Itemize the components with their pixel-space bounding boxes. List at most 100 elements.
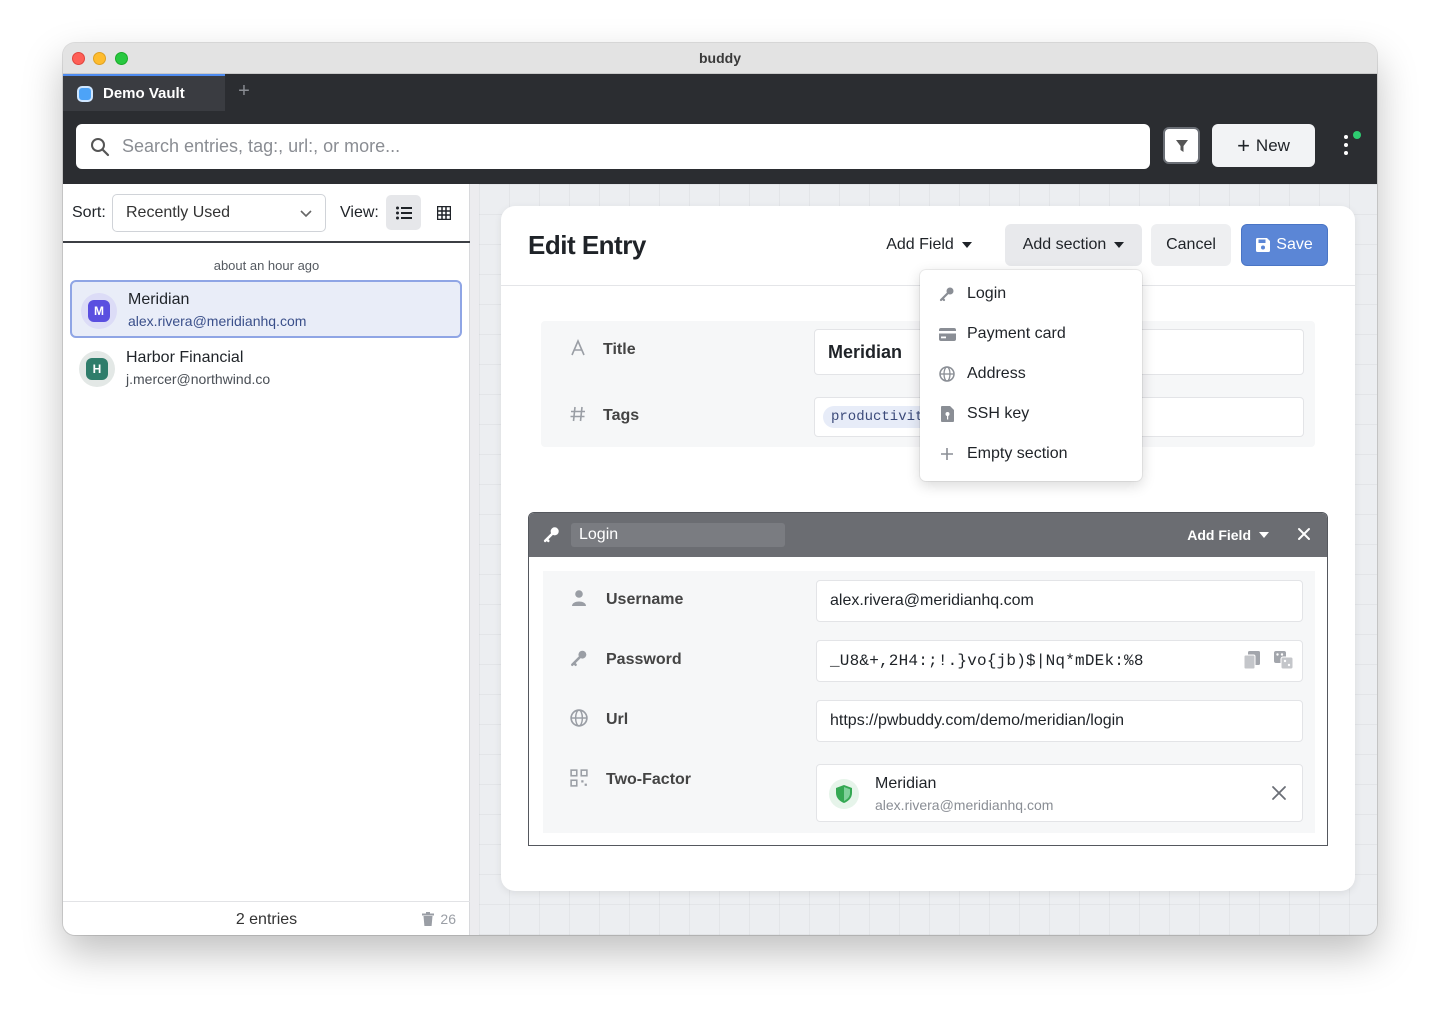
page-title: Edit Entry	[528, 230, 646, 260]
list-item[interactable]: M Meridian alex.rivera@meridianhq.com	[70, 280, 462, 338]
tab-label: Demo Vault	[103, 85, 185, 102]
grid-view-button[interactable]	[426, 195, 461, 230]
add-tab-button[interactable]: +	[233, 80, 255, 103]
menu-item-label: Payment card	[967, 325, 1066, 342]
copy-icon	[1243, 651, 1260, 670]
title-label: Title	[603, 341, 636, 358]
entry-subtitle: j.mercer@northwind.co	[126, 371, 271, 387]
avatar-initial: M	[88, 300, 110, 322]
add-field-button[interactable]: Add Field	[879, 224, 979, 266]
add-section-button[interactable]: Add section	[1005, 224, 1142, 266]
user-icon	[572, 590, 586, 606]
shield-icon	[829, 779, 859, 809]
grid-icon	[436, 205, 451, 220]
title-value: Meridian	[828, 341, 903, 362]
entry-subtitle: alex.rivera@meridianhq.com	[128, 313, 307, 329]
toolbar: + New	[63, 111, 1377, 184]
edit-entry-card: Edit Entry Add Field Add section Cancel …	[501, 206, 1355, 891]
trash-count: 26	[440, 911, 456, 927]
search-icon	[91, 137, 110, 156]
chevron-down-icon	[300, 210, 312, 218]
new-entry-label: New	[1255, 135, 1290, 155]
trash-button[interactable]: 26	[422, 911, 456, 927]
search-box[interactable]	[76, 124, 1150, 169]
twofactor-entry[interactable]: Meridian alex.rivera@meridianhq.com	[816, 764, 1303, 822]
save-label: Save	[1276, 236, 1313, 253]
entry-name: Meridian	[128, 291, 190, 308]
close-icon[interactable]	[1270, 784, 1288, 802]
url-label: Url	[606, 711, 629, 728]
vault-icon	[77, 85, 93, 102]
close-icon[interactable]	[1295, 525, 1313, 543]
dice-icon	[1274, 651, 1294, 670]
section-title: Login	[579, 526, 619, 543]
password-field[interactable]: _U8&+,2H4:;!.}vo{jb)$|Nq*mDEk:%8	[816, 640, 1303, 682]
password-value: _U8&+,2H4:;!.}vo{jb)$|Nq*mDEk:%8	[830, 652, 1144, 670]
globe-icon	[570, 709, 588, 727]
key-icon	[938, 285, 956, 303]
key-icon	[571, 650, 587, 666]
entry-group-label: about an hour ago	[213, 258, 320, 273]
key-icon	[543, 527, 559, 543]
entries-count: 2 entries	[235, 911, 298, 928]
sort-value: Recently Used	[126, 204, 231, 221]
sync-status-indicator	[1353, 131, 1361, 139]
username-label: Username	[606, 591, 684, 608]
add-field-label: Add Field	[886, 236, 954, 253]
menu-item-label: Login	[967, 285, 1007, 302]
login-fields: Username alex.rivera@meridianhq.com Pass…	[543, 571, 1315, 833]
qr-code-icon	[570, 769, 588, 787]
window-title: buddy	[699, 50, 741, 66]
tab-demo-vault[interactable]: Demo Vault	[63, 74, 225, 111]
password-label: Password	[606, 651, 682, 668]
plus-icon: +	[1237, 132, 1250, 158]
menu-item-payment-card[interactable]: Payment card	[920, 314, 1142, 354]
caret-down-icon	[1259, 532, 1269, 538]
more-menu-button[interactable]	[1339, 133, 1353, 159]
tab-bar: Demo Vault +	[63, 74, 1377, 111]
search-input[interactable]	[122, 136, 1122, 157]
menu-item-ssh-key[interactable]: SSH key	[920, 394, 1142, 434]
add-section-menu: Login Payment card Address SSH key Empty…	[920, 270, 1142, 481]
new-entry-button[interactable]: + New	[1212, 124, 1315, 167]
list-icon	[395, 206, 412, 219]
generate-password-button[interactable]	[1274, 651, 1294, 674]
list-item[interactable]: H Harbor Financial j.mercer@northwind.co	[70, 340, 462, 398]
tags-label: Tags	[603, 407, 640, 424]
url-field-row: Url https://pwbuddy.com/demo/meridian/lo…	[543, 691, 1315, 751]
username-field-row: Username alex.rivera@meridianhq.com	[543, 571, 1315, 631]
username-field[interactable]: alex.rivera@meridianhq.com	[816, 580, 1303, 622]
copy-button[interactable]	[1243, 651, 1260, 674]
menu-item-label: SSH key	[967, 405, 1030, 422]
save-button[interactable]: Save	[1241, 224, 1328, 266]
caret-down-icon	[1114, 242, 1125, 248]
filter-button[interactable]	[1163, 127, 1200, 164]
trash-icon	[422, 912, 435, 926]
filter-icon	[1175, 139, 1188, 152]
section-add-field-button[interactable]: Add Field	[1187, 527, 1269, 543]
url-field[interactable]: https://pwbuddy.com/demo/meridian/login	[816, 700, 1303, 742]
hash-icon	[570, 406, 585, 422]
view-label: View:	[340, 204, 379, 221]
menu-item-address[interactable]: Address	[920, 354, 1142, 394]
list-view-button[interactable]	[386, 195, 421, 230]
file-key-icon	[938, 405, 956, 423]
avatar-initial: H	[86, 358, 108, 380]
twofactor-label: Two-Factor	[606, 771, 692, 788]
floppy-disk-icon	[1256, 238, 1271, 252]
avatar: M	[81, 293, 117, 329]
login-section: Login Add Field Username alex.rivera@mer…	[528, 512, 1328, 846]
avatar: H	[79, 351, 115, 387]
password-field-row: Password _U8&+,2H4:;!.}vo{jb)$|Nq*mDEk:%…	[543, 631, 1315, 691]
sort-select[interactable]: Recently Used	[112, 194, 326, 232]
menu-item-login[interactable]: Login	[920, 274, 1142, 314]
cancel-button[interactable]: Cancel	[1151, 224, 1231, 266]
section-add-field-label: Add Field	[1187, 527, 1251, 543]
menu-item-label: Empty section	[967, 445, 1068, 462]
section-title-input[interactable]: Login	[571, 523, 785, 547]
menu-item-label: Address	[967, 365, 1026, 382]
sort-bar: Sort: Recently Used View:	[63, 184, 470, 243]
title-bar: buddy	[63, 43, 1377, 74]
username-value: alex.rivera@meridianhq.com	[830, 592, 1034, 609]
menu-item-empty-section[interactable]: Empty section	[920, 434, 1142, 474]
